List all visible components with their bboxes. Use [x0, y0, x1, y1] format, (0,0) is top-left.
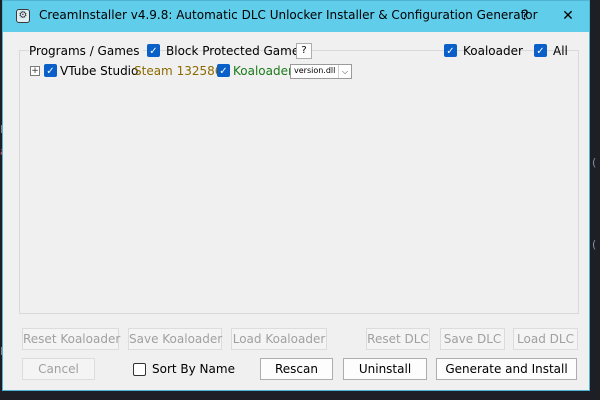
game-platform-id: Steam 1325860 — [134, 64, 231, 78]
game-koaloader-label[interactable]: Koaloader — [233, 64, 293, 78]
title-bar[interactable]: ⚙ CreamInstaller v4.9.8: Automatic DLC U… — [3, 1, 589, 32]
block-protected-help-button[interactable]: ? — [296, 43, 312, 59]
koaloader-all-label[interactable]: Koaloader — [463, 44, 523, 58]
sort-by-name-checkbox[interactable] — [133, 363, 146, 376]
uninstall-button[interactable]: Uninstall — [343, 358, 427, 380]
window-title: CreamInstaller v4.9.8: Automatic DLC Unl… — [39, 8, 538, 22]
proxy-dll-select[interactable]: version.dll ⌵ — [290, 64, 352, 79]
reset-koaloader-button[interactable]: Reset Koaloader — [22, 328, 120, 350]
all-checkbox[interactable]: ✓ — [534, 44, 547, 57]
sort-by-name-label[interactable]: Sort By Name — [152, 362, 235, 376]
game-koaloader-checkbox[interactable]: ✓ — [217, 64, 230, 77]
background-glyph: ( — [592, 156, 597, 169]
game-name[interactable]: VTube Studio — [60, 64, 138, 78]
expand-icon[interactable]: + — [30, 66, 40, 76]
chevron-down-icon[interactable]: ⌵ — [338, 65, 351, 78]
background-glyph: ( — [592, 238, 597, 251]
all-label[interactable]: All — [553, 44, 568, 58]
game-checkbox[interactable]: ✓ — [44, 64, 57, 77]
programs-group — [19, 50, 579, 314]
close-button[interactable]: ✕ — [553, 3, 583, 29]
generate-and-install-button[interactable]: Generate and Install — [436, 358, 577, 380]
save-koaloader-button[interactable]: Save Koaloader — [128, 328, 222, 350]
reset-dlc-button[interactable]: Reset DLC — [366, 328, 430, 350]
rescan-button[interactable]: Rescan — [260, 358, 333, 380]
cancel-button[interactable]: Cancel — [22, 358, 95, 380]
save-dlc-button[interactable]: Save DLC — [440, 328, 505, 350]
block-protected-label[interactable]: Block Protected Games — [166, 44, 306, 58]
app-icon: ⚙ — [16, 9, 30, 23]
koaloader-all-checkbox[interactable]: ✓ — [444, 44, 457, 57]
help-button[interactable]: ? — [510, 3, 540, 29]
load-koaloader-button[interactable]: Load Koaloader — [231, 328, 327, 350]
proxy-dll-value: version.dll — [294, 66, 336, 75]
block-protected-checkbox[interactable]: ✓ — [147, 44, 160, 57]
programs-games-label: Programs / Games — [29, 44, 143, 58]
load-dlc-button[interactable]: Load DLC — [513, 328, 578, 350]
